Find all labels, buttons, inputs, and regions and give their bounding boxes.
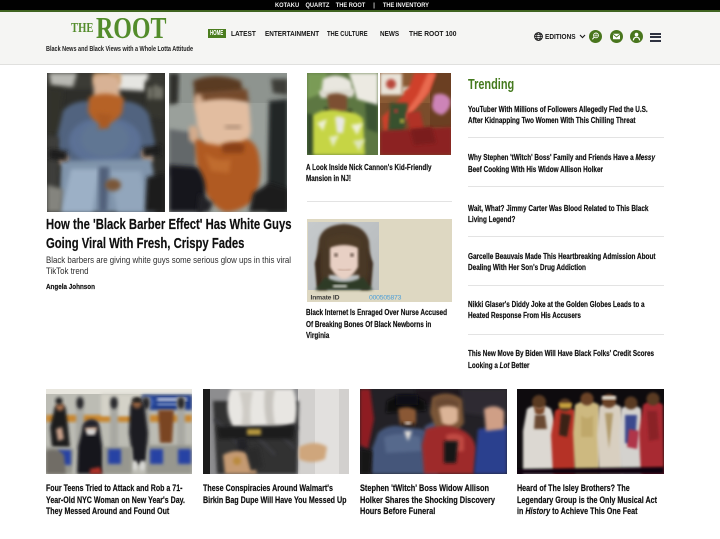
svg-text:000505873: 000505873	[369, 295, 402, 302]
svg-text:Inmate ID: Inmate ID	[311, 295, 340, 302]
